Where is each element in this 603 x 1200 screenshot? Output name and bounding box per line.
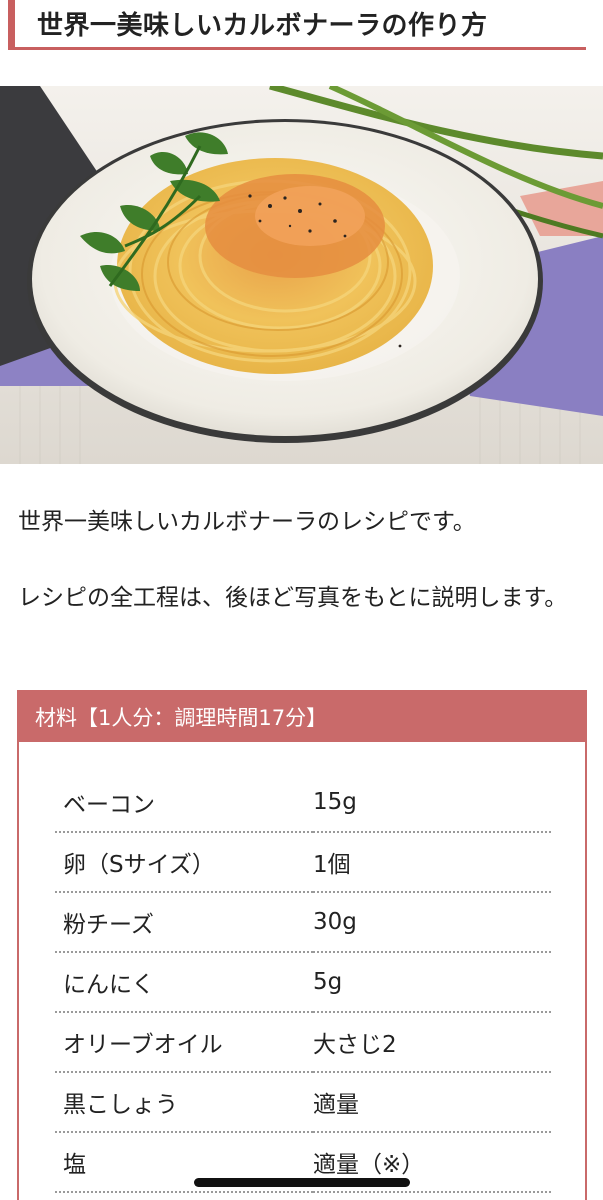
ingredient-amount: 5g <box>313 969 343 995</box>
ingredient-name: オリーブオイル <box>63 1032 223 1058</box>
ingredient-name: ベーコン <box>63 791 155 818</box>
recipe-page: 世界一美味しいカルボナーラの作り方 世界一美味しいカルボナーラのレシピです。 レ… <box>0 0 603 1200</box>
ingredient-amount: 1個 <box>313 852 351 878</box>
ingredient-name: にんにく <box>63 972 155 998</box>
ingredient-row: 粉チーズ 30g <box>55 892 551 952</box>
ingredient-amount: 15g <box>313 788 357 815</box>
home-indicator[interactable] <box>194 1178 410 1187</box>
page-title: 世界一美味しいカルボナーラの作り方 <box>37 11 488 41</box>
ingredient-name: 卵（Sサイズ） <box>63 852 215 878</box>
ingredient-amount: 大さじ2 <box>313 1032 397 1058</box>
ingredient-amount: 適量 <box>313 1092 359 1118</box>
intro-paragraph-2: レシピの全工程は、後ほど写真をもとに説明します。 <box>18 585 568 611</box>
ingredient-row: 卵（Sサイズ） 1個 <box>55 832 551 892</box>
intro-paragraph-1: 世界一美味しいカルボナーラのレシピです。 <box>18 509 476 535</box>
ingredient-row: 黒こしょう 適量 <box>55 1072 551 1132</box>
ingredient-row: オリーブオイル 大さじ2 <box>55 1012 551 1072</box>
ingredient-name: 粉チーズ <box>63 912 154 938</box>
page-title-bar: 世界一美味しいカルボナーラの作り方 <box>8 0 586 50</box>
ingredient-row: ベーコン 15g <box>55 772 551 832</box>
ingredient-row: にんにく 5g <box>55 952 551 1012</box>
ingredient-amount: 30g <box>313 909 357 935</box>
ingredient-name: 黒こしょう <box>63 1092 178 1118</box>
ingredients-table: ベーコン 15g 卵（Sサイズ） 1個 粉チーズ 30g にんにく 5g オリー… <box>55 772 551 1193</box>
ingredients-box: 材料【1人分：調理時間17分】 ベーコン 15g 卵（Sサイズ） 1個 粉チーズ… <box>17 690 587 1200</box>
carbonara-photo-art <box>0 86 603 464</box>
carbonara-photo <box>0 86 603 464</box>
ingredients-header: 材料【1人分：調理時間17分】 <box>19 692 585 742</box>
